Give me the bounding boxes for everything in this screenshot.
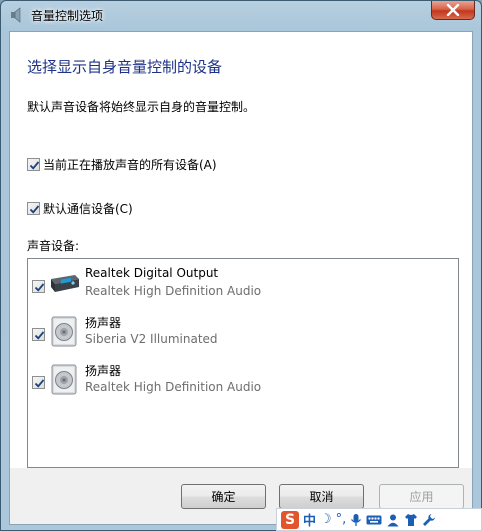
window-title: 音量控制选项 — [31, 9, 104, 23]
device-driver: Siberia V2 Illuminated — [85, 332, 218, 346]
dialog-window: 音量控制选项 选择显示自身音量控制的设备 默认声音设备将始终显示自身的音量控制。… — [0, 0, 482, 531]
option-default-communication-device[interactable]: 默认通信设备(C) — [27, 200, 133, 217]
sound-device-list[interactable]: Realtek Digital Output Realtek High Defi… — [27, 258, 459, 468]
device-name: Realtek Digital Output — [85, 266, 219, 280]
device-checkbox[interactable] — [32, 376, 45, 389]
checkmark-icon — [34, 379, 45, 388]
ime-mode-toggle[interactable]: 中 — [303, 510, 316, 529]
list-item[interactable]: 扬声器 Realtek High Definition Audio — [28, 358, 458, 404]
device-name: 扬声器 — [85, 364, 122, 378]
option-all-playing-devices-label: 当前正在播放声音的所有设备(A) — [43, 158, 217, 172]
cancel-button[interactable]: 取消 — [279, 484, 364, 509]
checkmark-icon — [34, 283, 45, 292]
close-icon — [446, 4, 460, 16]
checkmark-icon — [29, 205, 40, 214]
dialog-client-area: 选择显示自身音量控制的设备 默认声音设备将始终显示自身的音量控制。 当前正在播放… — [9, 31, 473, 525]
digital-output-icon — [51, 275, 79, 292]
close-button[interactable] — [431, 1, 475, 20]
device-driver: Realtek High Definition Audio — [85, 284, 262, 298]
list-item[interactable]: Realtek Digital Output Realtek High Defi… — [28, 262, 458, 308]
checkbox-all-playing-devices[interactable] — [27, 158, 40, 171]
title-bar[interactable]: 音量控制选项 — [1, 1, 481, 29]
wrench-icon[interactable] — [422, 513, 436, 527]
description-text: 默认声音设备将始终显示自身的音量控制。 — [27, 100, 256, 114]
speaker-app-icon — [11, 7, 21, 23]
device-driver: Realtek High Definition Audio — [85, 380, 262, 394]
speaker-icon — [51, 364, 77, 395]
ime-toolbar[interactable]: S 中 ☽ °, — [276, 508, 482, 531]
checkbox-default-communication-device[interactable] — [27, 202, 40, 215]
checkmark-icon — [29, 161, 40, 170]
device-checkbox[interactable] — [32, 280, 45, 293]
sound-devices-label: 声音设备: — [27, 239, 80, 253]
list-item[interactable]: 扬声器 Siberia V2 Illuminated — [28, 310, 458, 356]
speaker-icon — [51, 316, 77, 347]
user-icon[interactable] — [386, 513, 400, 527]
option-all-playing-devices[interactable]: 当前正在播放声音的所有设备(A) — [27, 156, 217, 173]
keyboard-icon[interactable] — [366, 514, 382, 526]
ok-button[interactable]: 确定 — [181, 484, 266, 509]
apply-button: 应用 — [379, 484, 464, 509]
page-title: 选择显示自身音量控制的设备 — [27, 58, 223, 76]
device-checkbox[interactable] — [32, 328, 45, 341]
ime-width-toggle[interactable]: ☽ — [320, 512, 332, 527]
ime-logo[interactable]: S — [281, 510, 299, 529]
device-name: 扬声器 — [85, 316, 122, 330]
checkmark-icon — [34, 331, 45, 340]
shirt-icon[interactable] — [404, 513, 418, 527]
ime-punct-toggle[interactable]: °, — [336, 512, 347, 527]
microphone-icon[interactable] — [350, 513, 362, 527]
content-panel: 选择显示自身音量控制的设备 默认声音设备将始终显示自身的音量控制。 当前正在播放… — [10, 32, 472, 468]
option-default-communication-device-label: 默认通信设备(C) — [43, 202, 133, 216]
